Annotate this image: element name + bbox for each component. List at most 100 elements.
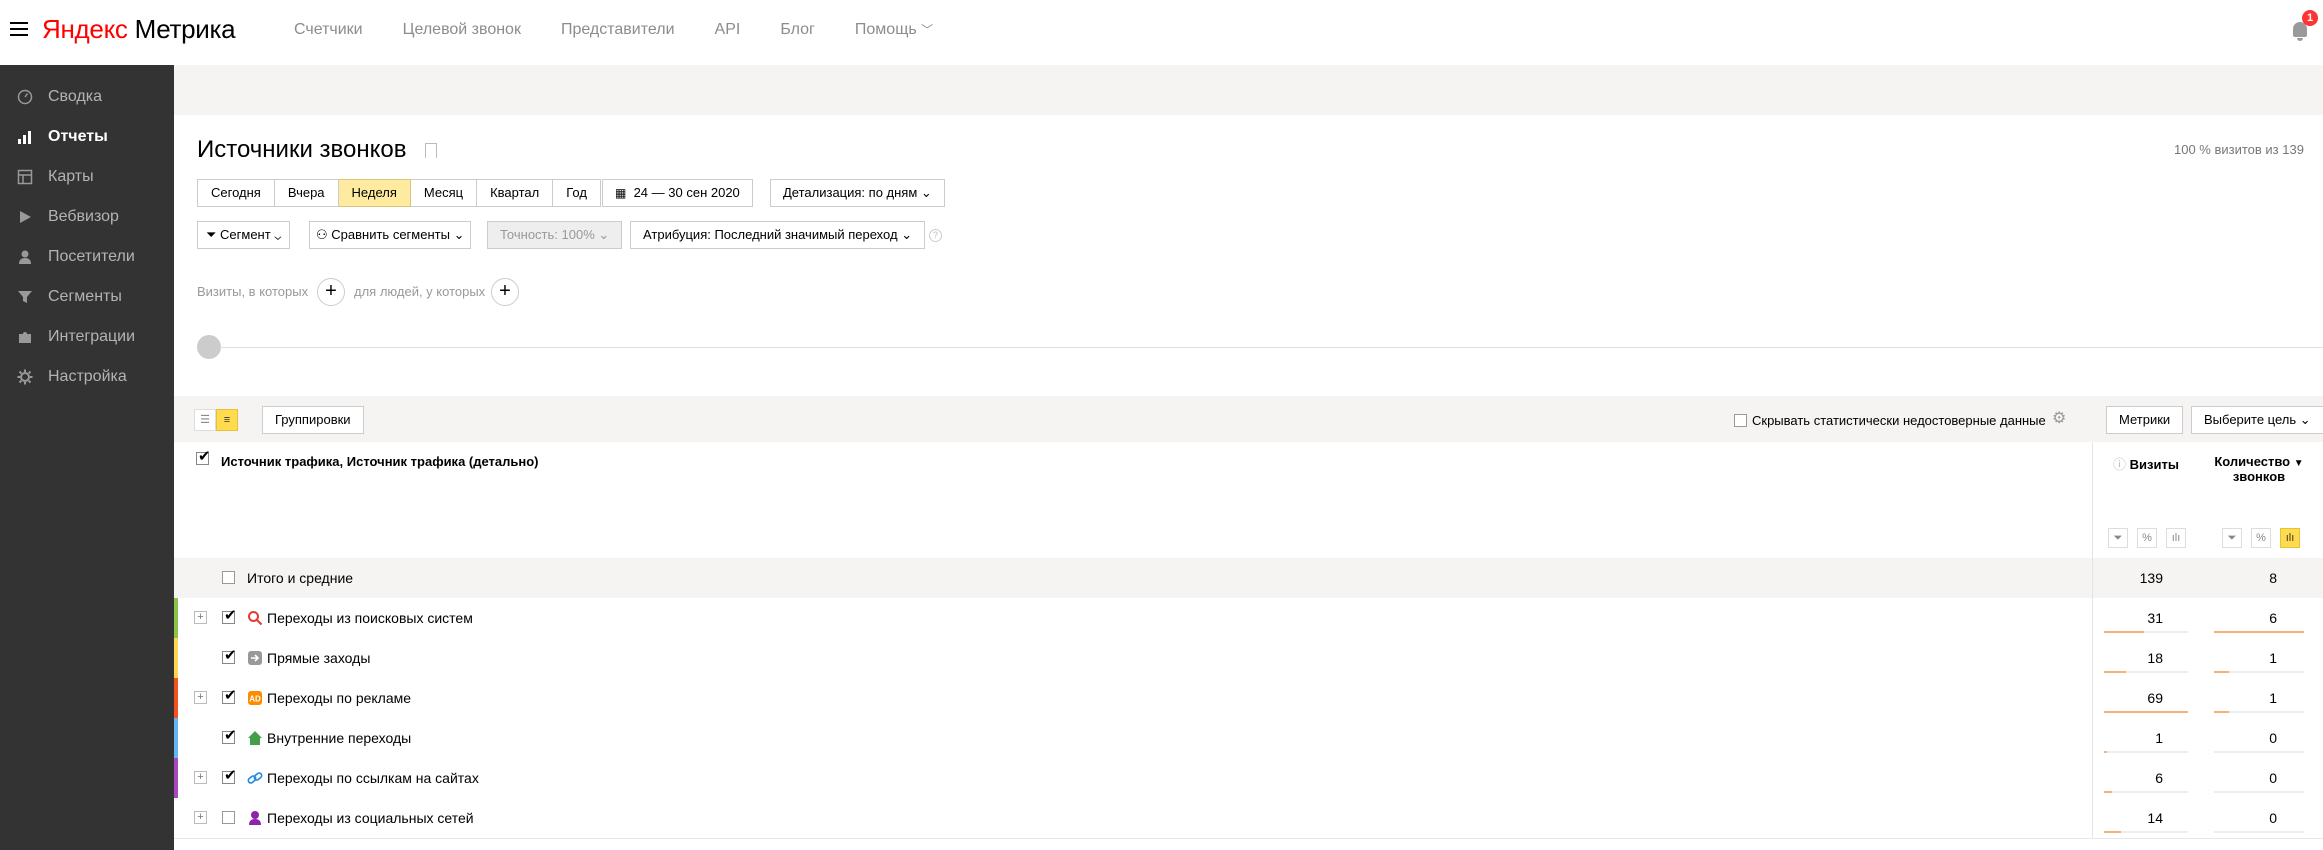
nav-api[interactable]: API: [715, 21, 741, 39]
totals-checkbox[interactable]: [222, 571, 235, 584]
period-quarter[interactable]: Квартал: [477, 179, 554, 207]
chart-divider: [220, 347, 2323, 348]
metrics-button[interactable]: Метрики: [2106, 406, 2184, 434]
add-people-condition-button[interactable]: +: [491, 278, 519, 306]
table-toolbar: ☰ ≡ Группировки Скрывать статистически н…: [174, 396, 2323, 442]
menu-icon[interactable]: [10, 22, 28, 36]
calls-bar-icon[interactable]: ılı: [2280, 528, 2300, 548]
expand-icon[interactable]: +: [194, 811, 207, 824]
totals-calls: 8: [2269, 570, 2277, 586]
calendar-icon: ▦: [615, 186, 627, 200]
gear-icon[interactable]: ⚙: [2052, 408, 2066, 428]
sidebar-item-settings[interactable]: Настройка: [0, 357, 174, 397]
table-row[interactable]: Прямые заходы 18 1: [174, 638, 2323, 679]
table-row[interactable]: + AD Переходы по рекламе 69 1: [174, 678, 2323, 719]
sidebar-item-summary[interactable]: Сводка: [0, 77, 174, 117]
sidebar-item-segments[interactable]: Сегменты: [0, 277, 174, 317]
select-all-checkbox[interactable]: [196, 447, 211, 465]
ad-icon: AD: [248, 691, 262, 705]
row-checkbox[interactable]: [222, 606, 237, 624]
sidebar-item-visitors[interactable]: Посетители: [0, 237, 174, 277]
period-year[interactable]: Год: [553, 179, 601, 207]
row-label: Переходы по ссылкам на сайтах: [267, 770, 479, 786]
visits-bar: [2104, 711, 2188, 713]
visits-column-header[interactable]: ⓘ Визиты: [2113, 454, 2179, 473]
expand-icon[interactable]: +: [194, 771, 207, 784]
dimension-header: Источник трафика, Источник трафика (дета…: [221, 454, 539, 469]
segment-button[interactable]: ⏷ Сегмент ⌄: [197, 221, 291, 249]
sort-desc-icon: ▼: [2293, 458, 2304, 469]
period-today[interactable]: Сегодня: [197, 179, 275, 207]
nav-representatives[interactable]: Представители: [561, 21, 675, 39]
period-month[interactable]: Месяц: [410, 179, 478, 207]
date-range-button[interactable]: ▦ 24 — 30 сен 2020: [602, 179, 753, 207]
people-filter-label: для людей, у которых: [354, 284, 486, 299]
sidebar: Сводка Отчеты Карты Вебвизор Посетители …: [0, 65, 174, 850]
period-selector: Сегодня Вчера Неделя Месяц Квартал Год: [197, 179, 601, 207]
sidebar-item-reports[interactable]: Отчеты: [0, 117, 174, 157]
detail-dropdown[interactable]: Детализация: по дням ⌄: [770, 179, 945, 207]
compare-segments-button[interactable]: ⚇ Сравнить сегменты ⌄: [309, 221, 472, 249]
row-label: Прямые заходы: [267, 650, 371, 666]
chevron-down-icon: ﹀: [921, 23, 934, 37]
table-row[interactable]: + Переходы из социальных сетей 14 0: [174, 798, 2323, 839]
visits-bar: [2104, 631, 2144, 633]
row-calls: 1: [2269, 650, 2277, 666]
row-label: Внутренние переходы: [267, 730, 412, 746]
row-checkbox[interactable]: [222, 766, 237, 784]
nav-help[interactable]: Помощь ﹀: [855, 21, 933, 39]
add-visits-condition-button[interactable]: +: [317, 278, 345, 306]
row-calls: 1: [2269, 690, 2277, 706]
choose-goal-dropdown[interactable]: Выберите цель ⌄: [2191, 406, 2323, 434]
calls-percent-icon[interactable]: %: [2251, 528, 2271, 548]
bell-icon[interactable]: 1: [2292, 10, 2318, 42]
nav-target-call[interactable]: Целевой звонок: [403, 21, 521, 39]
sidebar-item-webvisor[interactable]: Вебвизор: [0, 197, 174, 237]
top-bar: Яндекс Метрика Счетчики Целевой звонок П…: [0, 0, 2323, 65]
help-icon[interactable]: ?: [929, 229, 942, 242]
visits-filter-icon[interactable]: ⏷: [2108, 528, 2128, 548]
visits-bar: [2104, 751, 2107, 753]
chevron-down-icon: ⌄: [274, 227, 282, 242]
visits-filter-label: Визиты, в которых: [197, 284, 309, 299]
row-visits: 1: [2155, 730, 2163, 746]
period-week[interactable]: Неделя: [338, 179, 411, 207]
row-visits: 31: [2147, 610, 2163, 626]
table-row[interactable]: Внутренние переходы 1 0: [174, 718, 2323, 759]
totals-row: Итого и средние 139 8: [174, 558, 2323, 599]
expand-icon[interactable]: +: [194, 611, 207, 624]
nav-blog[interactable]: Блог: [780, 21, 815, 39]
row-checkbox[interactable]: [222, 686, 237, 704]
hide-unreliable-checkbox[interactable]: [1734, 414, 1747, 427]
row-checkbox[interactable]: [222, 811, 235, 824]
nav-counters[interactable]: Счетчики: [294, 21, 363, 39]
tree-view-icon[interactable]: ≡: [216, 409, 238, 431]
calls-column-header[interactable]: Количество ▼ звонков: [2214, 454, 2304, 484]
visits-bar: [2104, 671, 2126, 673]
chart-toggle-icon[interactable]: [197, 335, 221, 359]
notice-strip: [174, 65, 2323, 115]
list-view-icon[interactable]: ☰: [194, 409, 216, 431]
visits-percent-icon[interactable]: %: [2137, 528, 2157, 548]
sidebar-item-maps[interactable]: Карты: [0, 157, 174, 197]
row-checkbox[interactable]: [222, 646, 237, 664]
row-checkbox[interactable]: [222, 726, 237, 744]
period-yesterday[interactable]: Вчера: [274, 179, 339, 207]
bookmark-icon[interactable]: [425, 143, 437, 158]
calls-filter-icon[interactable]: ⏷: [2222, 528, 2242, 548]
table-row[interactable]: + Переходы из поисковых систем 31 6: [174, 598, 2323, 639]
groupings-button[interactable]: Группировки: [262, 406, 364, 434]
logo[interactable]: Яндекс Метрика: [42, 14, 236, 45]
table-row[interactable]: + Переходы по ссылкам на сайтах 6 0: [174, 758, 2323, 799]
sidebar-item-integrations[interactable]: Интеграции: [0, 317, 174, 357]
user-icon: [19, 250, 31, 264]
visits-bar-icon[interactable]: ılı: [2166, 528, 2186, 548]
social-icon: [249, 811, 261, 825]
row-calls: 0: [2269, 810, 2277, 826]
attribution-dropdown[interactable]: Атрибуция: Последний значимый переход ⌄: [630, 221, 926, 249]
gear-icon: [17, 369, 33, 385]
expand-icon[interactable]: +: [194, 691, 207, 704]
visits-bar: [2104, 831, 2121, 833]
bar-chart-icon: [18, 131, 31, 144]
accuracy-dropdown[interactable]: Точность: 100% ⌄: [487, 221, 623, 249]
